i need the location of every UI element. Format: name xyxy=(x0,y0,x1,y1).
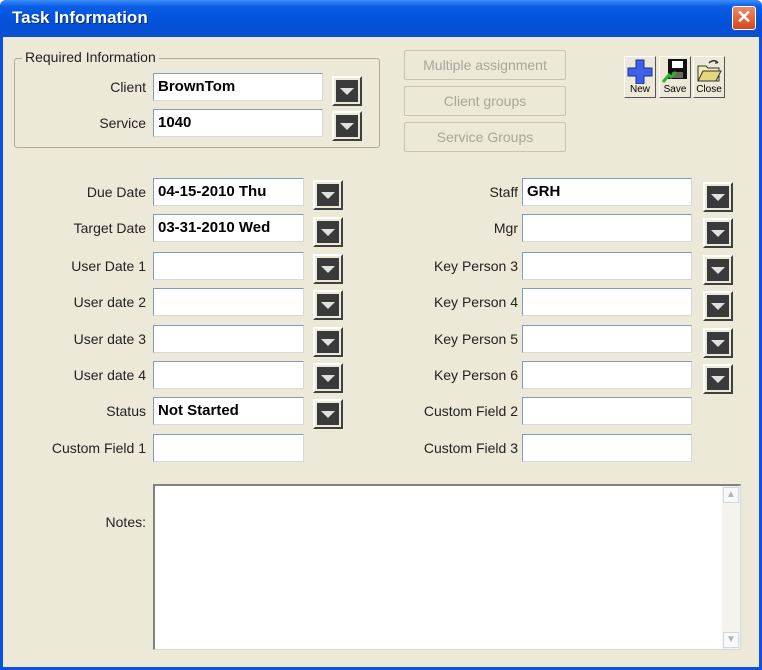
chevron-down-icon xyxy=(336,115,358,137)
key-person-4-label: Key Person 4 xyxy=(433,294,518,310)
user-date-1-label: User Date 1 xyxy=(71,258,146,274)
target-date-field[interactable]: 03-31-2010 Wed xyxy=(153,214,304,242)
client-label: Client xyxy=(110,79,146,95)
due-date-field[interactable]: 04-15-2010 Thu xyxy=(153,178,304,206)
key-person-3-field[interactable] xyxy=(522,252,692,280)
mgr-dropdown-button[interactable] xyxy=(703,218,733,248)
notes-textarea[interactable]: ▲ ▼ xyxy=(153,484,741,650)
key-person-3-label: Key Person 3 xyxy=(433,258,518,274)
key-person-4-field[interactable] xyxy=(522,288,692,316)
window-title: Task Information xyxy=(12,8,148,27)
new-button-label: New xyxy=(629,84,650,95)
status-dropdown-button[interactable] xyxy=(313,399,343,429)
staff-label: Staff xyxy=(489,184,518,200)
multiple-assignment-button[interactable]: Multiple assignment xyxy=(404,50,566,80)
status-field[interactable]: Not Started xyxy=(153,397,304,425)
save-button-label: Save xyxy=(663,84,687,95)
notes-scrollbar[interactable]: ▲ ▼ xyxy=(722,486,740,649)
service-field[interactable]: 1040 xyxy=(153,109,323,137)
scroll-down-icon[interactable]: ▼ xyxy=(723,632,739,648)
staff-dropdown-button[interactable] xyxy=(703,182,733,212)
chevron-down-icon xyxy=(707,186,729,208)
chevron-down-icon xyxy=(317,258,339,280)
chevron-down-icon xyxy=(707,368,729,390)
floppy-disk-icon xyxy=(661,59,687,83)
close-button-label: Close xyxy=(696,84,722,95)
key-person-5-dropdown-button[interactable] xyxy=(703,328,733,358)
notes-label: Notes: xyxy=(105,514,146,530)
user-date-3-dropdown-button[interactable] xyxy=(313,327,343,357)
mgr-field[interactable] xyxy=(522,214,692,242)
custom-field-3-field[interactable] xyxy=(522,434,692,462)
user-date-2-dropdown-button[interactable] xyxy=(313,290,343,320)
chevron-down-icon xyxy=(707,259,729,281)
user-date-2-label: User date 2 xyxy=(73,294,146,310)
user-date-1-field[interactable] xyxy=(153,252,304,280)
key-person-3-dropdown-button[interactable] xyxy=(703,255,733,285)
custom-field-1-field[interactable] xyxy=(153,434,304,462)
client-groups-button[interactable]: Client groups xyxy=(404,86,566,116)
user-date-4-label: User date 4 xyxy=(73,367,146,383)
chevron-down-icon xyxy=(707,295,729,317)
title-bar[interactable]: Task Information ✕ xyxy=(0,0,762,37)
custom-field-2-label: Custom Field 2 xyxy=(423,403,518,419)
key-person-6-field[interactable] xyxy=(522,361,692,389)
custom-field-1-label: Custom Field 1 xyxy=(51,440,146,456)
service-label: Service xyxy=(99,115,146,131)
due-date-dropdown-button[interactable] xyxy=(313,180,343,210)
service-dropdown-button[interactable] xyxy=(332,111,362,141)
key-person-4-dropdown-button[interactable] xyxy=(703,291,733,321)
custom-field-2-field[interactable] xyxy=(522,397,692,425)
required-information-legend: Required Information xyxy=(22,49,159,65)
plus-icon xyxy=(627,59,653,84)
user-date-3-label: User date 3 xyxy=(73,331,146,347)
open-folder-icon xyxy=(697,60,722,82)
user-date-4-dropdown-button[interactable] xyxy=(313,363,343,393)
status-label: Status xyxy=(106,403,146,419)
chevron-down-icon xyxy=(317,294,339,316)
chevron-down-icon xyxy=(707,332,729,354)
target-date-label: Target Date xyxy=(73,220,146,236)
key-person-5-field[interactable] xyxy=(522,325,692,353)
chevron-down-icon xyxy=(707,222,729,244)
client-field[interactable]: BrownTom xyxy=(153,73,323,101)
key-person-5-label: Key Person 5 xyxy=(433,331,518,347)
key-person-6-label: Key Person 6 xyxy=(433,367,518,383)
custom-field-3-label: Custom Field 3 xyxy=(423,440,518,456)
client-dropdown-button[interactable] xyxy=(332,76,362,106)
user-date-2-field[interactable] xyxy=(153,288,304,316)
chevron-down-icon xyxy=(317,403,339,425)
scroll-up-icon[interactable]: ▲ xyxy=(723,487,739,503)
target-date-dropdown-button[interactable] xyxy=(313,217,343,247)
mgr-label: Mgr xyxy=(493,220,518,236)
user-date-1-dropdown-button[interactable] xyxy=(313,254,343,284)
chevron-down-icon xyxy=(336,80,358,102)
key-person-6-dropdown-button[interactable] xyxy=(703,364,733,394)
close-button[interactable]: Close xyxy=(693,56,725,98)
chevron-down-icon xyxy=(317,184,339,206)
new-button[interactable]: New xyxy=(624,56,656,98)
chevron-down-icon xyxy=(317,367,339,389)
user-date-4-field[interactable] xyxy=(153,361,304,389)
staff-field[interactable]: GRH xyxy=(522,178,692,206)
window-close-button[interactable]: ✕ xyxy=(732,6,756,30)
save-button[interactable]: Save xyxy=(659,56,691,98)
due-date-label: Due Date xyxy=(86,184,146,200)
service-groups-button[interactable]: Service Groups xyxy=(404,122,566,152)
user-date-3-field[interactable] xyxy=(153,325,304,353)
chevron-down-icon xyxy=(317,331,339,353)
chevron-down-icon xyxy=(317,221,339,243)
